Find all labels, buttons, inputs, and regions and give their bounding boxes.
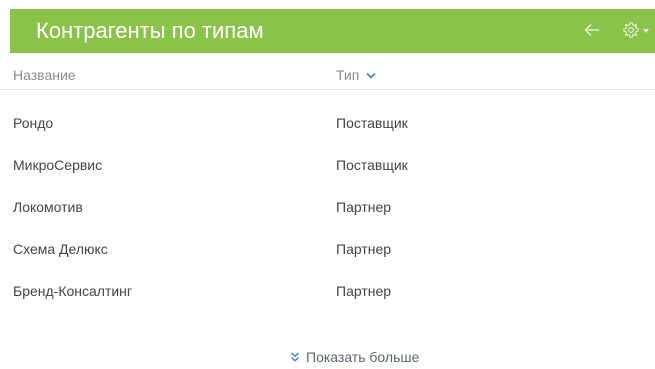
double-chevron-down-icon: [291, 352, 299, 362]
table-row[interactable]: Схема Делюкс Партнер: [0, 233, 655, 275]
cell-type: Партнер: [336, 199, 392, 215]
back-button[interactable]: [582, 19, 602, 41]
show-more-label: Показать больше: [306, 349, 420, 365]
cell-type: Поставщик: [336, 115, 408, 131]
table-column-header: Название Тип: [0, 60, 655, 90]
table-row[interactable]: Рондо Поставщик: [0, 107, 655, 149]
widget-header: Контрагенты по типам: [10, 9, 655, 53]
cell-name: МикроСервис: [13, 157, 103, 173]
show-more-button[interactable]: Показать больше: [290, 349, 419, 365]
cell-name: Схема Делюкс: [13, 241, 108, 257]
column-header-type-label: Тип: [336, 67, 360, 83]
chevron-down-icon: [366, 72, 376, 79]
cell-name: Локомотив: [13, 199, 83, 215]
counterparties-by-type-widget: Контрагенты по типам Название Тип Рондо: [0, 0, 655, 369]
column-header-type[interactable]: Тип: [336, 67, 376, 83]
settings-button[interactable]: [615, 19, 655, 41]
table-row[interactable]: Бренд-Консалтинг Партнер: [0, 275, 655, 317]
table-row[interactable]: Локомотив Партнер: [0, 191, 655, 233]
cell-type: Партнер: [336, 241, 392, 257]
widget-title: Контрагенты по типам: [36, 18, 264, 43]
cell-name: Рондо: [13, 115, 54, 131]
cell-type: Поставщик: [336, 157, 408, 173]
cell-type: Партнер: [336, 283, 392, 299]
cell-name: Бренд-Консалтинг: [13, 283, 133, 299]
column-header-name[interactable]: Название: [13, 67, 76, 83]
table-row[interactable]: МикроСервис Поставщик: [0, 149, 655, 191]
table-body: Рондо Поставщик МикроСервис Поставщик Ло…: [0, 107, 655, 317]
gear-icon: [622, 22, 639, 38]
dropdown-caret-icon: [642, 29, 649, 33]
arrow-left-icon: [584, 24, 599, 36]
